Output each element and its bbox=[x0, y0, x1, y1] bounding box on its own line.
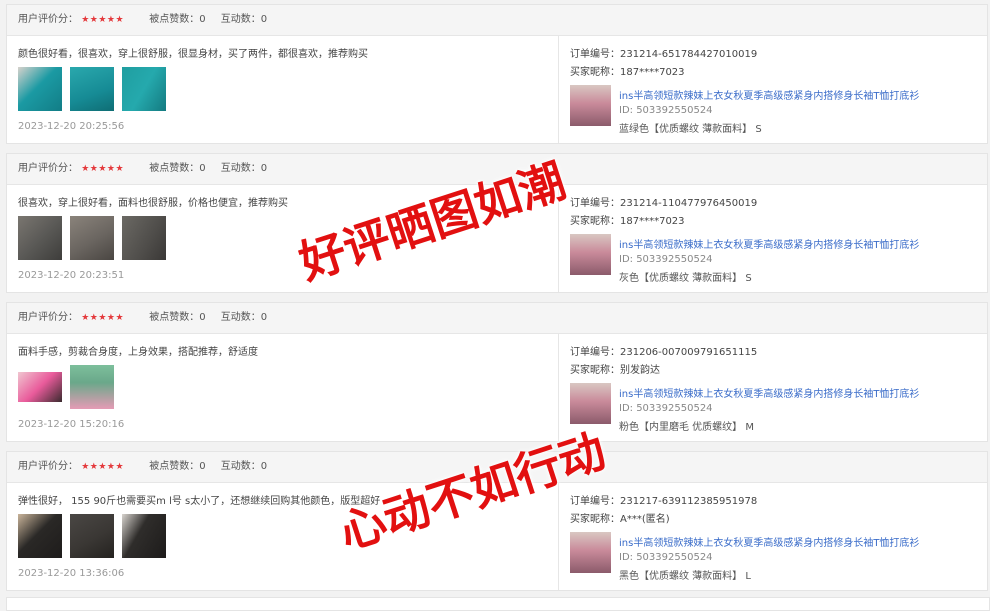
review-text: 面料手感，剪裁合身度，上身效果，搭配推荐，舒适度 bbox=[18, 347, 258, 358]
product-thumbnail[interactable] bbox=[570, 532, 611, 573]
order-number: 订单编号：231206-007009791651115 bbox=[570, 347, 758, 358]
rating-stars: ★★★★★ bbox=[81, 462, 125, 472]
review-photo[interactable] bbox=[122, 216, 167, 260]
next-review-card-edge bbox=[6, 597, 990, 611]
review-photo[interactable] bbox=[122, 67, 167, 111]
review-header: 用户评价分： ★★★★★ 被点赞数：0 互动数：0 bbox=[7, 303, 987, 334]
review-photo[interactable] bbox=[70, 67, 115, 111]
product-spec: 灰色【优质螺纹 薄款面料】 S bbox=[619, 273, 752, 284]
likes-count: 被点赞数：0 bbox=[149, 461, 206, 472]
rating-stars: ★★★★★ bbox=[81, 164, 125, 174]
product-thumbnail[interactable] bbox=[570, 234, 611, 275]
review-photo[interactable] bbox=[70, 365, 115, 409]
product-spec: 蓝绿色【优质螺纹 薄款面料】 S bbox=[619, 124, 762, 135]
interaction-count: 互动数：0 bbox=[220, 312, 268, 323]
rating-stars: ★★★★★ bbox=[81, 313, 125, 323]
review-photo[interactable] bbox=[18, 67, 62, 111]
review-timestamp: 2023-12-20 20:23:51 bbox=[18, 270, 125, 281]
product-title-link[interactable]: ins半高领短款辣妹上衣女秋夏季高级感紧身内搭修身长袖T恤打底衫 bbox=[619, 385, 919, 400]
likes-count: 被点赞数：0 bbox=[149, 312, 206, 323]
rating-label: 用户评价分： bbox=[18, 163, 78, 174]
review-text: 颜色很好看，很喜欢，穿上很舒服，很显身材，买了两件，都很喜欢，推荐购买 bbox=[18, 49, 368, 60]
order-number: 订单编号：231214-110477976450019 bbox=[570, 198, 758, 209]
product-id: ID: 503392550524 bbox=[619, 254, 713, 265]
interaction-count: 互动数：0 bbox=[220, 461, 268, 472]
rating-label: 用户评价分： bbox=[18, 14, 78, 25]
review-text: 很喜欢，穿上很好看，面料也很舒服，价格也便宜，推荐购买 bbox=[18, 198, 288, 209]
review-timestamp: 2023-12-20 15:20:16 bbox=[18, 419, 125, 430]
review-card: 用户评价分： ★★★★★ 被点赞数：0 互动数：0 颜色很好看，很喜欢，穿上很舒… bbox=[6, 4, 988, 144]
product-title-link[interactable]: ins半高领短款辣妹上衣女秋夏季高级感紧身内搭修身长袖T恤打底衫 bbox=[619, 236, 919, 251]
order-info: 订单编号：231206-007009791651115 买家昵称：别发韵达 in… bbox=[558, 334, 987, 441]
review-photo[interactable] bbox=[18, 372, 62, 402]
review-timestamp: 2023-12-20 13:36:06 bbox=[18, 568, 125, 579]
review-photo[interactable] bbox=[18, 216, 62, 260]
review-photo[interactable] bbox=[70, 514, 115, 558]
interaction-count: 互动数：0 bbox=[220, 163, 268, 174]
review-photo[interactable] bbox=[122, 514, 167, 558]
product-title-link[interactable]: ins半高领短款辣妹上衣女秋夏季高级感紧身内搭修身长袖T恤打底衫 bbox=[619, 87, 919, 102]
review-photo[interactable] bbox=[18, 514, 62, 558]
review-header: 用户评价分： ★★★★★ 被点赞数：0 互动数：0 bbox=[7, 5, 987, 36]
rating-label: 用户评价分： bbox=[18, 312, 78, 323]
review-text: 弹性很好， 155 90斤也需要买m l号 s太小了，还想继续回购其他颜色，版型… bbox=[18, 496, 381, 507]
review-photos bbox=[18, 365, 119, 409]
rating-stars: ★★★★★ bbox=[81, 15, 125, 25]
review-photos bbox=[18, 67, 171, 111]
order-info: 订单编号：231217-639112385951978 买家昵称：A***(匿名… bbox=[558, 483, 987, 590]
buyer-nickname: 买家昵称：A***(匿名) bbox=[570, 514, 670, 525]
product-title-link[interactable]: ins半高领短款辣妹上衣女秋夏季高级感紧身内搭修身长袖T恤打底衫 bbox=[619, 534, 919, 549]
review-body: 面料手感，剪裁合身度，上身效果，搭配推荐，舒适度 2023-12-20 15:2… bbox=[7, 334, 557, 441]
review-body: 颜色很好看，很喜欢，穿上很舒服，很显身材，买了两件，都很喜欢，推荐购买 2023… bbox=[7, 36, 557, 143]
likes-count: 被点赞数：0 bbox=[149, 163, 206, 174]
product-id: ID: 503392550524 bbox=[619, 552, 713, 563]
order-info: 订单编号：231214-651784427010019 买家昵称：187****… bbox=[558, 36, 987, 143]
product-spec: 黑色【优质螺纹 薄款面料】 L bbox=[619, 571, 751, 582]
product-id: ID: 503392550524 bbox=[619, 105, 713, 116]
product-spec: 粉色【内里磨毛 优质螺纹】 M bbox=[619, 422, 754, 433]
review-photo[interactable] bbox=[70, 216, 115, 260]
product-thumbnail[interactable] bbox=[570, 85, 611, 126]
rating-label: 用户评价分： bbox=[18, 461, 78, 472]
buyer-nickname: 买家昵称：187****7023 bbox=[570, 67, 685, 78]
review-photos bbox=[18, 514, 171, 558]
likes-count: 被点赞数：0 bbox=[149, 14, 206, 25]
product-id: ID: 503392550524 bbox=[619, 403, 713, 414]
review-timestamp: 2023-12-20 20:25:56 bbox=[18, 121, 125, 132]
interaction-count: 互动数：0 bbox=[220, 14, 268, 25]
order-info: 订单编号：231214-110477976450019 买家昵称：187****… bbox=[558, 185, 987, 292]
order-number: 订单编号：231214-651784427010019 bbox=[570, 49, 758, 60]
buyer-nickname: 买家昵称：别发韵达 bbox=[570, 365, 660, 376]
order-number: 订单编号：231217-639112385951978 bbox=[570, 496, 758, 507]
buyer-nickname: 买家昵称：187****7023 bbox=[570, 216, 685, 227]
review-photos bbox=[18, 216, 171, 260]
review-card: 用户评价分： ★★★★★ 被点赞数：0 互动数：0 面料手感，剪裁合身度，上身效… bbox=[6, 302, 988, 442]
